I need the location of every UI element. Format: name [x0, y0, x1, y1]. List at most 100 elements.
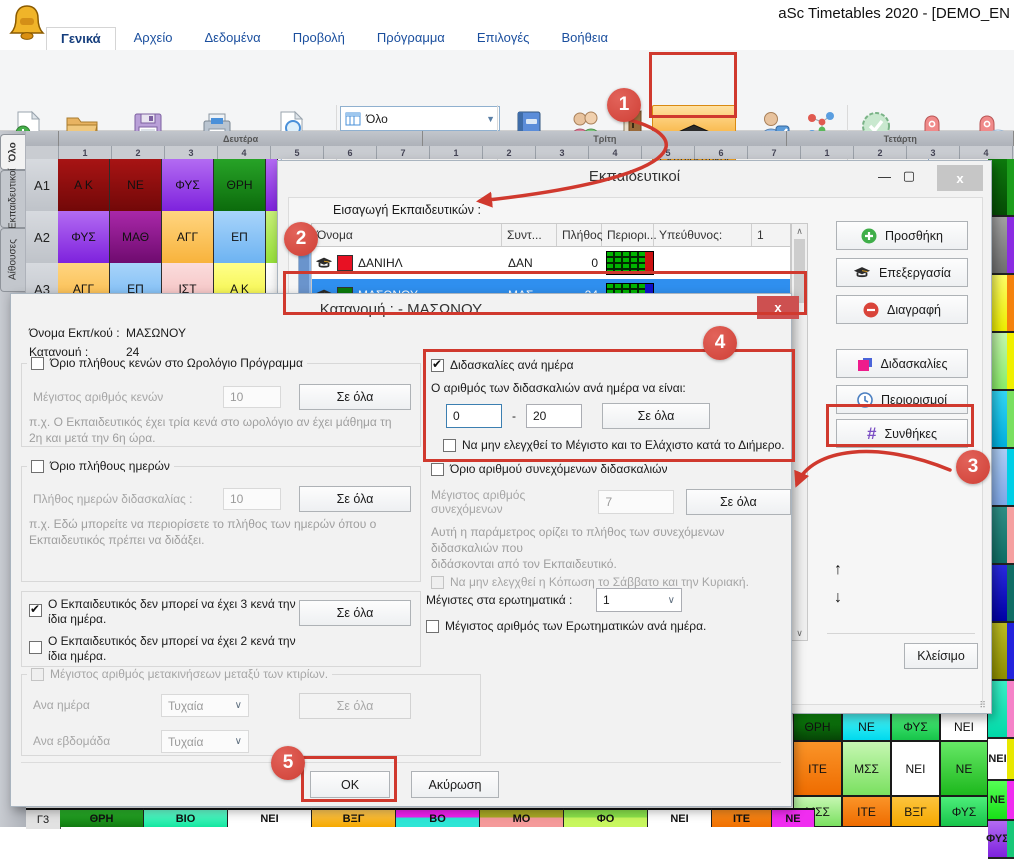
timetable-cell[interactable]: ΝΕ — [110, 159, 162, 211]
timetable-cell[interactable]: ΒΟ — [396, 808, 480, 827]
gaps-limit-checkbox[interactable] — [31, 357, 44, 370]
close-icon[interactable]: x — [937, 165, 983, 191]
gap2-checkbox[interactable] — [29, 641, 42, 654]
per-day-max-input[interactable]: 20 — [526, 404, 582, 428]
timetable-cell[interactable]: ΙΤΕ — [712, 808, 772, 827]
conditions-button[interactable]: # Συνθήκες — [836, 419, 968, 448]
maximize-button[interactable]: ▢ — [903, 168, 915, 184]
timetable-cell[interactable]: ΦΥΣ — [58, 211, 110, 263]
view-tab-rooms[interactable]: Αίθουσες — [0, 228, 25, 292]
per-day-moves-select[interactable]: Τυχαία∨ — [161, 694, 249, 717]
scrollbar-thumb[interactable] — [794, 239, 805, 303]
timetable-cell[interactable]: ΝΕ — [988, 781, 1007, 821]
questions-select[interactable]: 1 ∨ — [596, 588, 682, 612]
timetable-cell[interactable]: ΝΕ — [940, 741, 988, 796]
column-header-extra[interactable]: 1 — [752, 224, 770, 246]
gaps-apply-all-button[interactable]: Σε όλα — [299, 384, 411, 410]
buildings-apply-all-button[interactable]: Σε όλα — [299, 693, 411, 719]
restrictions-button[interactable]: Περιορισμοί — [836, 385, 968, 414]
questions-checkbox-row[interactable]: Μέγιστος αριθμός των Ερωτηματικών ανά ημ… — [426, 619, 706, 633]
timetable-cell[interactable]: ΙΤΕ — [793, 741, 842, 796]
timetable-cell[interactable]: ΜΣΣ — [842, 741, 891, 796]
timetable-cell[interactable]: ΦΥΣ — [940, 796, 988, 827]
days-apply-all-button[interactable]: Σε όλα — [299, 486, 411, 512]
add-button[interactable]: Προσθήκη — [836, 221, 968, 250]
timetable-cell[interactable]: ΝΕΙ — [988, 739, 1007, 781]
per-day-note[interactable]: Να μην ελεγχθεί το Μέγιστο και το Ελάχισ… — [443, 438, 789, 452]
view-tab-teachers[interactable]: Εκπαιδευτικοί — [0, 170, 25, 228]
teacher-row-daniil[interactable]: ΔΑΝΙΗΛ ΔΑΝ 0 — [312, 247, 790, 279]
per-day-apply-all-button[interactable]: Σε όλα — [602, 403, 710, 429]
gap3-apply-all-button[interactable]: Σε όλα — [299, 600, 411, 626]
timetable-cell[interactable]: ΝΕΙ — [228, 808, 312, 827]
gap3-checkbox[interactable] — [29, 604, 42, 617]
timetable-cell[interactable]: ΒΞΓ — [891, 796, 940, 827]
days-count-input[interactable]: 10 — [223, 488, 281, 510]
days-limit-caption[interactable]: Όριο πλήθους ημερών — [27, 459, 174, 473]
timetable-cell[interactable]: ΕΠ — [214, 211, 266, 263]
edit-button[interactable]: Επεξεργασία — [836, 258, 968, 287]
questions-checkbox[interactable] — [426, 620, 439, 633]
lessons-button[interactable]: Διδασκαλίες — [836, 349, 968, 378]
close-icon[interactable]: x — [757, 296, 799, 319]
timetable-cell[interactable]: ΦΥΣ — [891, 713, 940, 741]
column-header-responsible[interactable]: Υπεύθυνος: — [654, 224, 752, 246]
timetable-cell[interactable]: ΒΙΟ — [144, 808, 228, 827]
move-up-arrow[interactable]: ↑ — [834, 561, 842, 579]
column-header-name[interactable]: Όνομα — [312, 224, 502, 246]
timetable-cell[interactable]: ΝΕ — [842, 713, 891, 741]
menu-tab-options[interactable]: Επιλογές — [463, 27, 544, 50]
timetable-cell[interactable]: ΝΕΙ — [891, 741, 940, 796]
consecutive-checkbox[interactable] — [431, 463, 444, 476]
minimize-button[interactable]: — — [878, 169, 891, 184]
days-limit-checkbox[interactable] — [31, 460, 44, 473]
scroll-down-icon[interactable]: ∨ — [792, 626, 807, 640]
delete-button[interactable]: Διαγραφή — [836, 295, 968, 324]
chevron-down-icon[interactable]: ▼ — [486, 114, 495, 124]
menu-tab-data[interactable]: Δεδομένα — [190, 27, 274, 50]
chevron-down-icon[interactable]: ∨ — [668, 595, 675, 606]
ok-button[interactable]: OK — [310, 771, 390, 798]
move-down-arrow[interactable]: ↓ — [834, 589, 842, 607]
per-day-note-checkbox[interactable] — [443, 439, 456, 452]
max-consecutive-input[interactable]: 7 — [598, 490, 673, 514]
column-header-short[interactable]: Συντ... — [502, 224, 557, 246]
max-gaps-input[interactable]: 10 — [223, 386, 281, 408]
timetable-cell[interactable]: ΜΟ — [480, 808, 564, 827]
timetable-cell[interactable]: ΘΡΗ — [60, 808, 144, 827]
resize-grip[interactable]: ⠿ — [979, 700, 987, 711]
timetable-cell[interactable]: ΙΤΕ — [842, 796, 891, 827]
timetable-cell[interactable]: ΘΡΗ — [793, 713, 842, 741]
weekend-note-checkbox[interactable] — [431, 576, 444, 589]
timetable-cell[interactable]: ΒΞΓ — [312, 808, 396, 827]
menu-tab-file[interactable]: Αρχείο — [120, 27, 187, 50]
timetable-cell[interactable]: ΜΑΘ — [110, 211, 162, 263]
gap3-row[interactable]: Ο Εκπαιδευτικός δεν μπορεί να έχει 3 κεν… — [29, 597, 309, 627]
timetable-cell[interactable]: Α Κ — [58, 159, 110, 211]
table-scrollbar[interactable]: ∧ ∨ — [791, 223, 808, 641]
menu-tab-view[interactable]: Προβολή — [279, 27, 359, 50]
column-header-restrictions[interactable]: Περιορι... — [602, 224, 654, 246]
per-week-moves-select[interactable]: Τυχαία∨ — [161, 730, 249, 753]
close-dialog-button[interactable]: Κλείσιμο — [904, 643, 978, 669]
consecutive-caption[interactable]: Όριο αριθμού συνεχόμενων διδασκαλιών — [431, 462, 791, 476]
menu-tab-general[interactable]: Γενικά — [46, 27, 116, 50]
scroll-up-icon[interactable]: ∧ — [792, 224, 807, 238]
view-tab-all[interactable]: Όλο — [0, 134, 25, 170]
buildings-checkbox[interactable] — [31, 668, 44, 681]
consecutive-apply-all-button[interactable]: Σε όλα — [686, 489, 791, 515]
timetable-cell[interactable]: ΘΡΗ — [214, 159, 266, 211]
menu-tab-help[interactable]: Βοήθεια — [547, 27, 622, 50]
column-header-count[interactable]: Πλήθος — [557, 224, 602, 246]
per-day-caption[interactable]: Διδασκαλίες ανά ημέρα — [431, 358, 789, 372]
menu-tab-schedule[interactable]: Πρόγραμμα — [363, 27, 459, 50]
timetable-cell[interactable]: ΝΕΙ — [940, 713, 988, 741]
gaps-limit-caption[interactable]: Όριο πλήθους κενών στο Ωρολόγιο Πρόγραμμ… — [27, 356, 307, 370]
timetable-cell[interactable]: ΝΕΙ — [648, 808, 712, 827]
timetable-cell[interactable]: ΝΕ — [772, 808, 815, 827]
timetable-cell[interactable]: ΦΥΣ — [162, 159, 214, 211]
gap2-row[interactable]: Ο Εκπαιδευτικός δεν μπορεί να έχει 2 κεν… — [29, 634, 309, 664]
per-day-checkbox[interactable] — [431, 359, 444, 372]
timetable-cell[interactable]: ΦΟ — [564, 808, 648, 827]
cancel-button[interactable]: Ακύρωση — [411, 771, 499, 798]
